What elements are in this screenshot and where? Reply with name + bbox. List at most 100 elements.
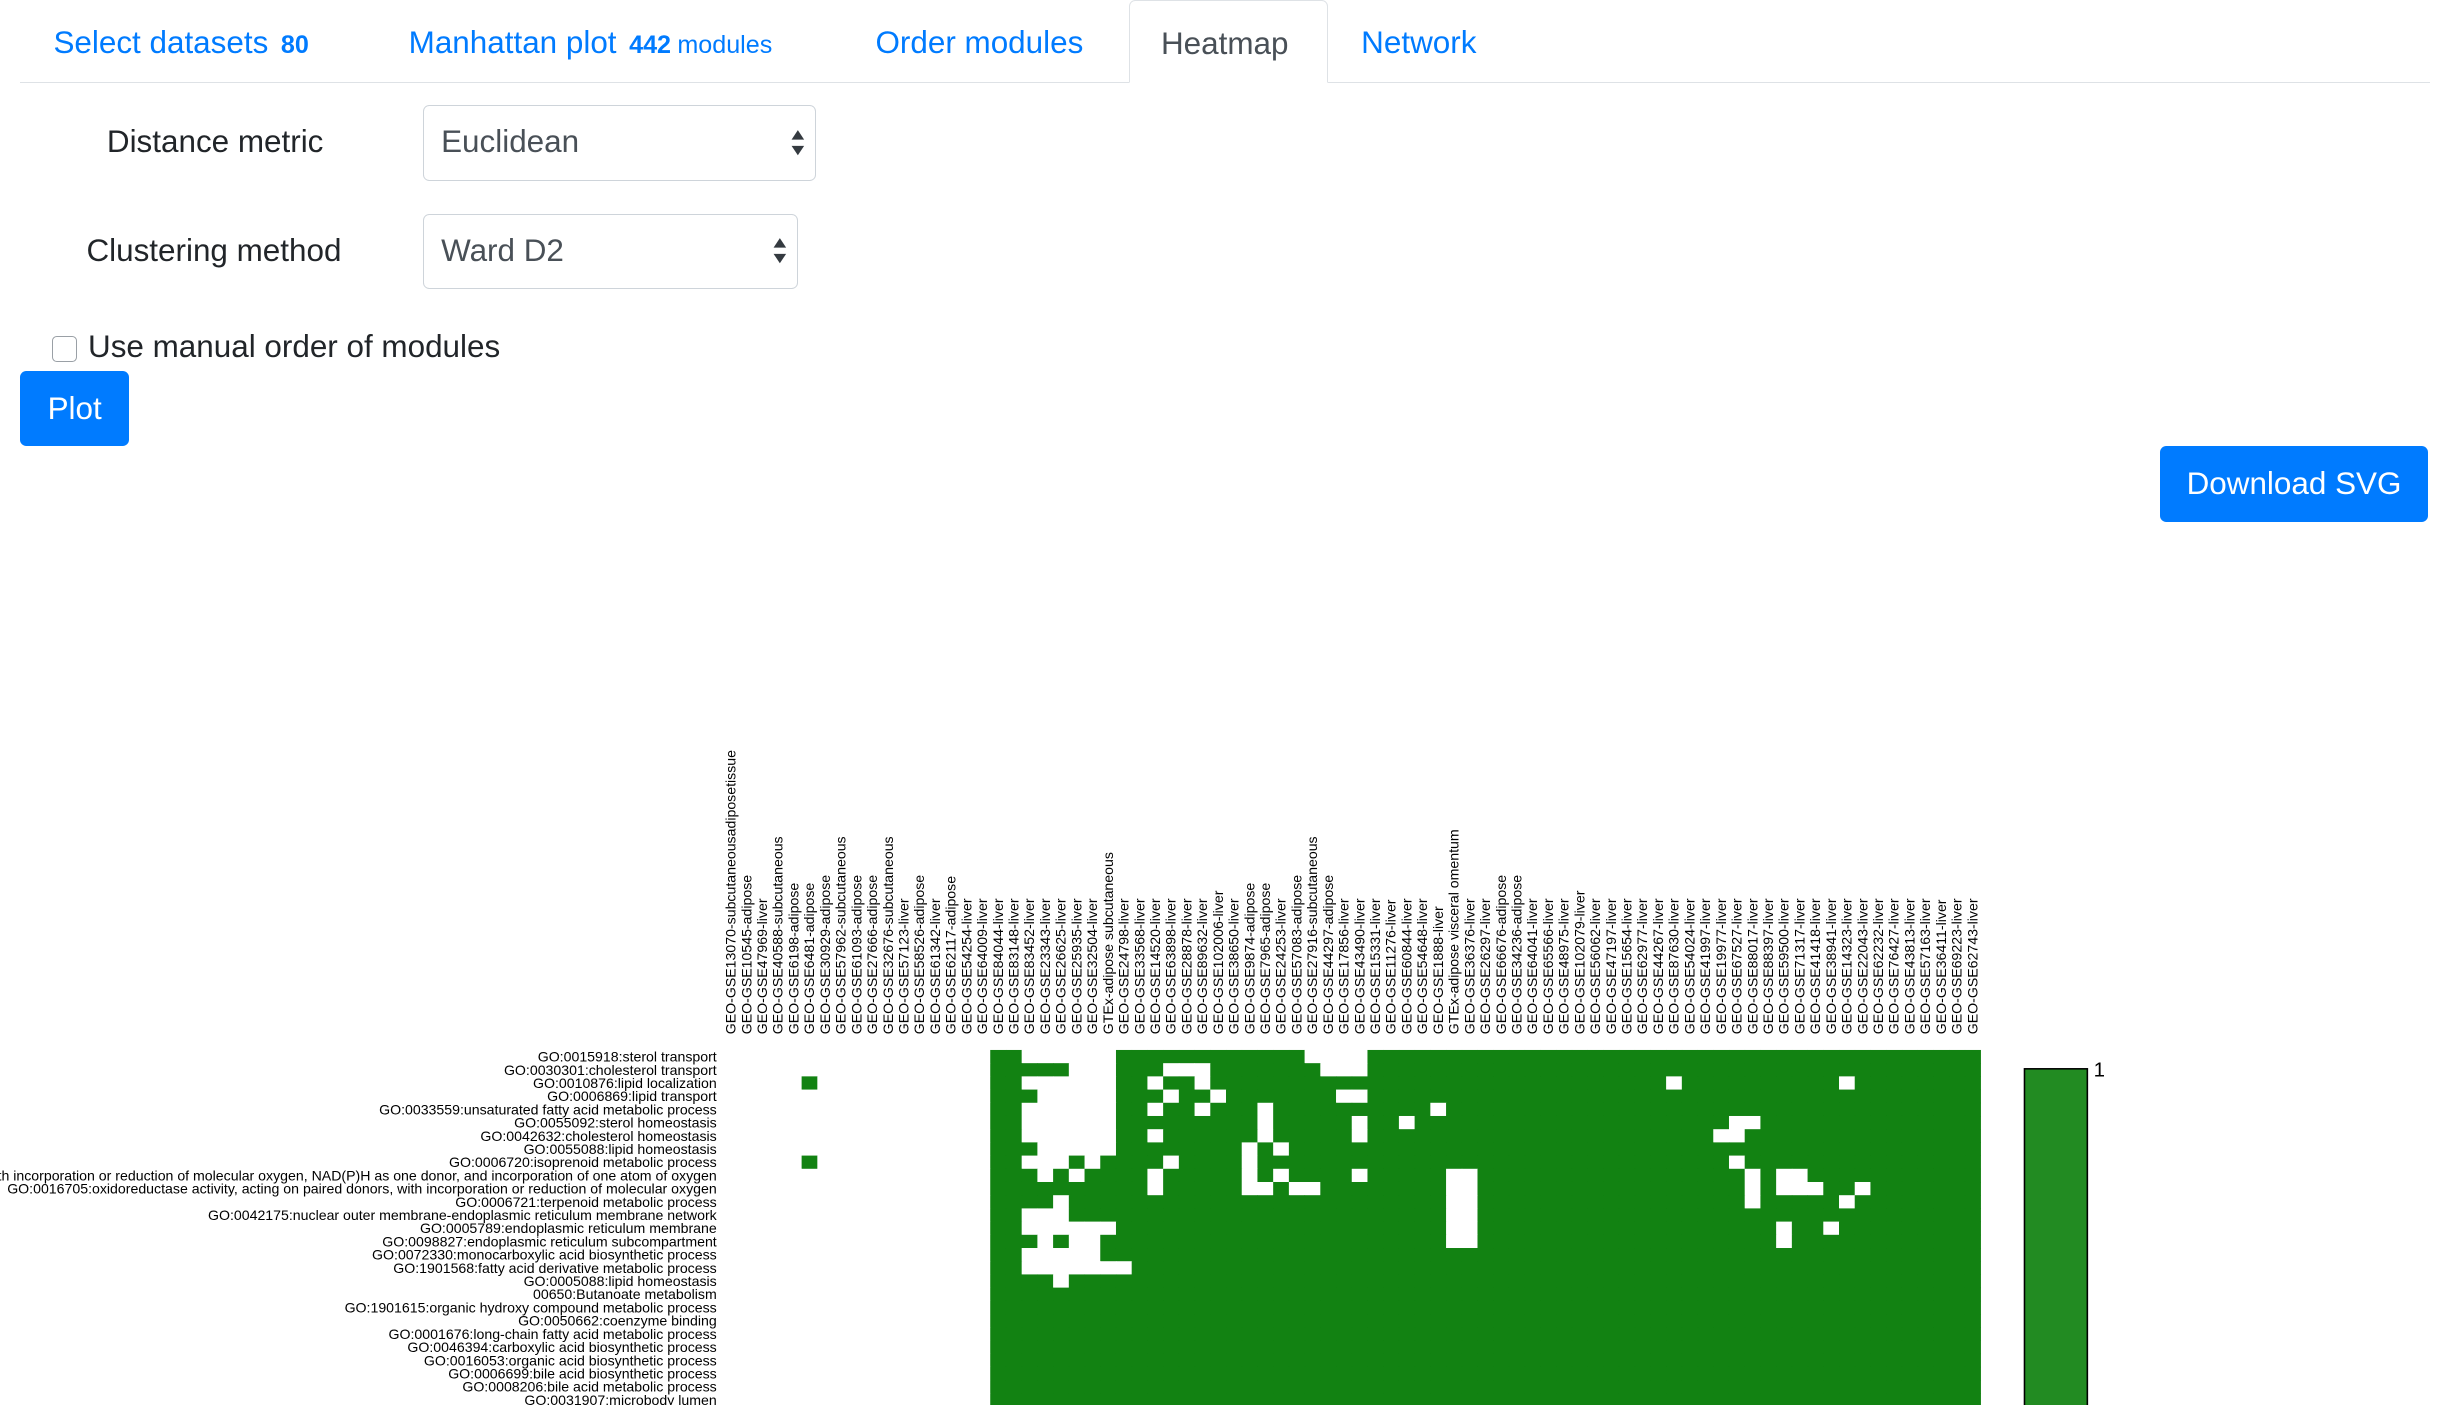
heatmap-cell: [723, 1248, 740, 1262]
heatmap-cell: [738, 1168, 755, 1183]
heatmap-cell: [1493, 1221, 1510, 1236]
heatmap-cell: [1839, 1181, 1856, 1196]
heatmap-cell: [1210, 1274, 1227, 1289]
heatmap-cell: [1383, 1142, 1400, 1157]
heatmap-cell: [1398, 1221, 1416, 1236]
heatmap-cell: [911, 1366, 928, 1381]
heatmap-cell: [974, 1129, 991, 1143]
heatmap-cell: [1776, 1366, 1793, 1381]
heatmap-cell: [1414, 1089, 1431, 1104]
heatmap-cell: [1760, 1314, 1777, 1328]
heatmap-cell: [801, 1393, 818, 1405]
heatmap-cell: [1304, 1115, 1321, 1130]
heatmap-cell: [1163, 1248, 1180, 1262]
heatmap-cell: [1053, 1287, 1070, 1302]
heatmap-cell: [1666, 1129, 1683, 1143]
heatmap-cell: [1713, 1234, 1730, 1249]
heatmap-cell: [1870, 1076, 1887, 1091]
heatmap-cell: [895, 1142, 913, 1157]
heatmap-cell: [1115, 1353, 1133, 1368]
heatmap-cell: [1226, 1380, 1243, 1394]
heatmap-cell: [1634, 1155, 1651, 1170]
heatmap-cell: [1131, 1181, 1148, 1196]
heatmap-cell: [1839, 1102, 1856, 1117]
heatmap-cell: [1807, 1195, 1824, 1209]
heatmap-cell: [1241, 1102, 1258, 1117]
heatmap-cell: [1901, 1155, 1919, 1170]
heatmap-cell: [1744, 1353, 1761, 1368]
heatmap-cell: [1178, 1208, 1196, 1223]
heatmap-cell: [1901, 1366, 1919, 1381]
column-label: GEO-GSE32676-subcutaneous: [880, 836, 896, 1034]
heatmap-cell: [1949, 1102, 1966, 1117]
heatmap-cell: [864, 1327, 881, 1341]
heatmap-cell: [723, 1366, 740, 1381]
heatmap-cell: [1414, 1353, 1431, 1368]
heatmap-cell: [1068, 1234, 1086, 1249]
heatmap-cell: [785, 1129, 803, 1143]
heatmap-cell: [1540, 1063, 1557, 1077]
heatmap-cell: [1949, 1274, 1966, 1289]
heatmap-cell: [1540, 1366, 1557, 1381]
heatmap-cell: [1037, 1115, 1054, 1130]
heatmap-cell: [1147, 1089, 1164, 1104]
heatmap-cell: [754, 1155, 771, 1170]
heatmap-cell: [974, 1168, 991, 1183]
heatmap-cell: [754, 1287, 771, 1302]
heatmap-cell: [1823, 1274, 1840, 1289]
heatmap-cell: [1886, 1102, 1903, 1117]
heatmap-cell: [1776, 1168, 1793, 1183]
heatmap-cell: [1477, 1300, 1494, 1315]
heatmap-cell: [1571, 1168, 1588, 1183]
heatmap-cell: [1697, 1340, 1714, 1355]
heatmap-cell: [1053, 1353, 1070, 1368]
heatmap-cell: [1446, 1076, 1463, 1091]
heatmap-cell: [801, 1208, 818, 1223]
column-label: GTEx-adipose visceral omentum: [1446, 829, 1462, 1034]
heatmap-cell: [1178, 1393, 1196, 1405]
heatmap-cell: [1367, 1221, 1384, 1236]
heatmap-cell: [1603, 1314, 1620, 1328]
column-label: GEO-GSE22043-liver: [1854, 898, 1870, 1034]
heatmap-cell: [1288, 1327, 1306, 1341]
heatmap-cell: [1524, 1129, 1541, 1143]
heatmap-cell: [1697, 1063, 1714, 1077]
heatmap-cell: [1147, 1300, 1164, 1315]
heatmap-cell: [1068, 1287, 1086, 1302]
heatmap-cell: [1477, 1366, 1494, 1381]
heatmap-cell: [1178, 1300, 1196, 1315]
heatmap-cell: [1587, 1366, 1604, 1381]
heatmap-cell: [1351, 1129, 1368, 1143]
heatmap-cell: [880, 1234, 897, 1249]
heatmap-cell: [848, 1393, 865, 1405]
heatmap-cell: [1697, 1076, 1714, 1091]
heatmap-cell: [958, 1208, 975, 1223]
heatmap-cell: [1430, 1168, 1447, 1183]
heatmap-cell: [1776, 1274, 1793, 1289]
heatmap-cell: [723, 1063, 740, 1077]
heatmap-cell: [1917, 1168, 1934, 1183]
heatmap-cell: [1839, 1221, 1856, 1236]
heatmap-cell: [723, 1195, 740, 1209]
heatmap-cell: [1336, 1168, 1353, 1183]
heatmap-cell: [1367, 1168, 1384, 1183]
heatmap-cell: [1131, 1274, 1148, 1289]
heatmap-cell: [1383, 1314, 1400, 1328]
heatmap-cell: [1807, 1129, 1824, 1143]
heatmap-cell: [1037, 1155, 1054, 1170]
heatmap-cell: [911, 1300, 928, 1315]
heatmap-cell: [1776, 1261, 1793, 1275]
heatmap-cell: [754, 1102, 771, 1117]
heatmap-cell: [1681, 1248, 1699, 1262]
column-label: GEO-GSE41418-liver: [1807, 898, 1823, 1034]
heatmap-cell: [1257, 1129, 1274, 1143]
heatmap-cell: [1021, 1168, 1038, 1183]
heatmap-cell: [1603, 1340, 1620, 1355]
column-label: GEO-GSE27666-adipose: [864, 875, 880, 1035]
heatmap-cell: [1713, 1300, 1730, 1315]
heatmap-cell: [1964, 1155, 1981, 1170]
heatmap-cell: [1713, 1115, 1730, 1130]
heatmap-cell: [1163, 1366, 1180, 1381]
heatmap-cell: [754, 1221, 771, 1236]
heatmap-cell: [1886, 1049, 1903, 1064]
